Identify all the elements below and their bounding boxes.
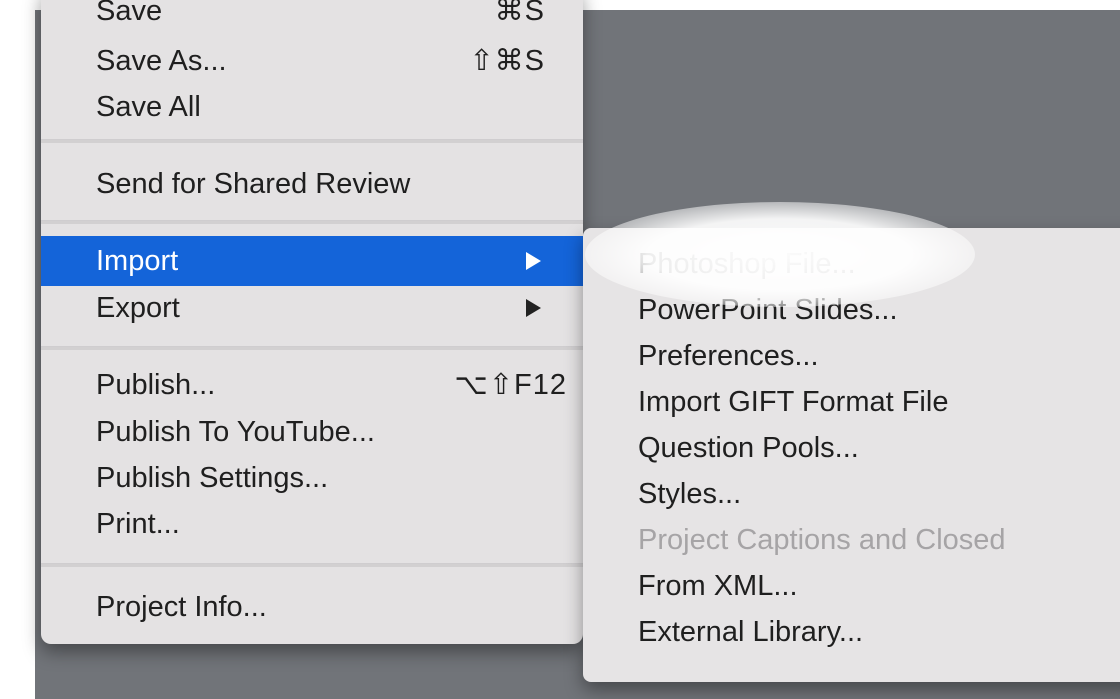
submenu-item-photoshop-file[interactable]: Photoshop File... (583, 240, 1120, 288)
submenu-item-project-captions-and-closed: Project Captions and Closed (583, 516, 1120, 564)
menu-item-save-as[interactable]: Save As... ⇧⌘S (41, 36, 583, 86)
menu-item-label: Publish To YouTube... (96, 416, 375, 448)
menu-item-import[interactable]: Import (41, 236, 583, 286)
menu-separator (41, 139, 583, 143)
submenu-item-question-pools[interactable]: Question Pools... (583, 424, 1120, 472)
menu-item-shortcut: ⌥⇧F12 (454, 369, 567, 401)
submenu-item-label: Photoshop File... (638, 248, 856, 280)
menu-item-label: Publish... (96, 369, 216, 401)
menu-item-label: Project Info... (96, 591, 267, 623)
submenu-item-from-xml[interactable]: From XML... (583, 562, 1120, 610)
menu-item-label: Send for Shared Review (96, 168, 411, 200)
menu-item-export[interactable]: Export (41, 283, 583, 333)
submenu-item-label: Styles... (638, 478, 742, 510)
import-submenu: Photoshop File... PowerPoint Slides... P… (583, 228, 1120, 682)
submenu-item-label: Project Captions and Closed (638, 524, 1006, 556)
submenu-arrow-icon (526, 299, 541, 317)
menu-item-shortcut: ⌘S (494, 0, 545, 27)
menu-item-label: Save (96, 0, 163, 27)
menu-item-label: Save All (96, 91, 201, 123)
submenu-item-label: From XML... (638, 570, 798, 602)
menu-item-label: Save As... (96, 45, 227, 77)
submenu-item-import-gift-format-file[interactable]: Import GIFT Format File (583, 378, 1120, 426)
menu-separator (41, 346, 583, 350)
submenu-item-powerpoint-slides[interactable]: PowerPoint Slides... (583, 286, 1120, 334)
menu-item-publish-to-youtube[interactable]: Publish To YouTube... (41, 407, 583, 457)
submenu-item-preferences[interactable]: Preferences... (583, 332, 1120, 380)
menu-separator (41, 220, 583, 224)
menu-item-label: Publish Settings... (96, 462, 329, 494)
menu-item-project-info[interactable]: Project Info... (41, 582, 583, 632)
submenu-item-label: External Library... (638, 616, 864, 648)
submenu-item-label: PowerPoint Slides... (638, 294, 898, 326)
menu-item-shortcut: ⇧⌘S (469, 45, 545, 77)
menu-separator (41, 563, 583, 567)
menu-item-publish-settings[interactable]: Publish Settings... (41, 453, 583, 503)
menu-item-save-all[interactable]: Save All (41, 82, 583, 132)
submenu-item-styles[interactable]: Styles... (583, 470, 1120, 518)
menu-item-print[interactable]: Print... (41, 499, 583, 549)
menu-item-label: Import (96, 245, 179, 277)
menu-item-save[interactable]: Save ⌘S (41, 0, 583, 36)
submenu-arrow-icon (526, 252, 541, 270)
submenu-item-external-library[interactable]: External Library... (583, 608, 1120, 656)
menu-item-publish[interactable]: Publish... ⌥⇧F12 (41, 360, 583, 410)
menu-item-label: Print... (96, 508, 180, 540)
menu-item-label: Export (96, 292, 180, 324)
submenu-item-label: Question Pools... (638, 432, 859, 464)
submenu-item-label: Preferences... (638, 340, 819, 372)
submenu-item-label: Import GIFT Format File (638, 386, 949, 418)
file-menu: Save ⌘S Save As... ⇧⌘S Save All Send for… (41, 0, 583, 644)
menu-item-send-for-shared-review[interactable]: Send for Shared Review (41, 159, 583, 209)
